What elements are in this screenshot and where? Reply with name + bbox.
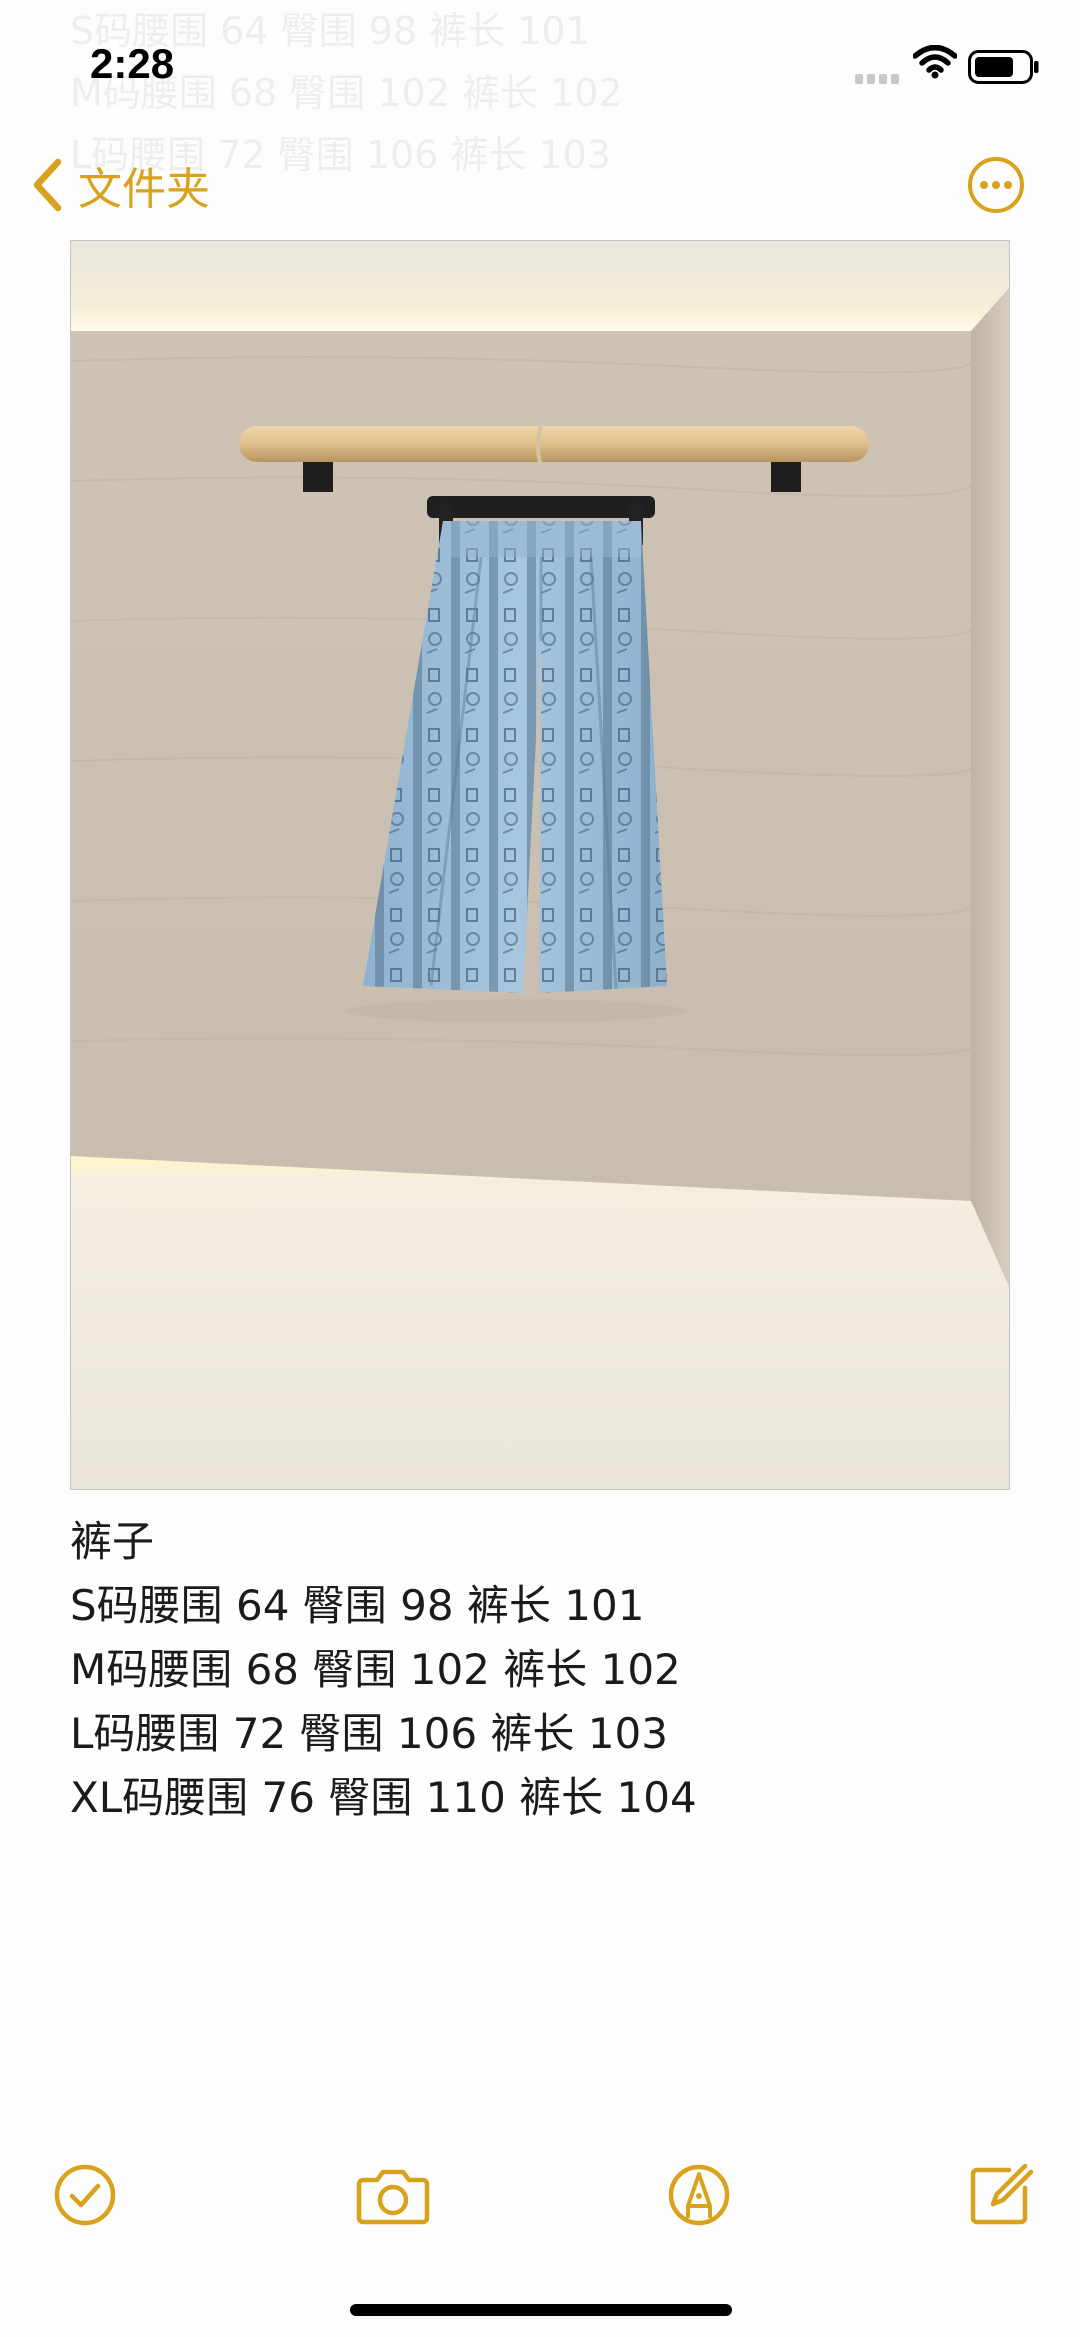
more-options-button[interactable]	[966, 155, 1026, 215]
back-button[interactable]: 文件夹	[30, 150, 210, 220]
markup-button[interactable]	[664, 2160, 734, 2230]
back-button-label: 文件夹	[78, 164, 210, 215]
checklist-button[interactable]	[50, 2160, 120, 2230]
chevron-left-icon	[33, 158, 62, 212]
note-photo[interactable]	[70, 240, 1010, 1490]
status-time: 2:28	[90, 40, 175, 87]
notes-screen: S码腰围 64 臀围 98 裤长 101 M码腰围 68 臀围 102 裤长 1…	[0, 0, 1080, 2337]
trousers-photo-image	[71, 241, 1009, 1489]
home-indicator[interactable]	[350, 2304, 732, 2316]
note-body[interactable]: 裤子 S码腰围 64 臀围 98 裤长 101 M码腰围 68 臀围 102 裤…	[70, 1510, 1010, 1830]
compose-button[interactable]	[965, 2160, 1035, 2230]
wifi-icon	[913, 45, 957, 79]
note-title: 裤子	[70, 1517, 155, 1566]
status-bar: 2:28	[0, 0, 1080, 130]
battery-icon	[968, 50, 1039, 84]
checkmark-circle-icon	[54, 2164, 116, 2226]
compose-icon	[970, 2163, 1034, 2225]
ellipsis-circle-icon	[968, 157, 1024, 213]
camera-button[interactable]	[353, 2160, 433, 2230]
note-line-size-s: S码腰围 64 臀围 98 裤长 101	[70, 1581, 645, 1630]
note-line-size-m: M码腰围 68 臀围 102 裤长 102	[70, 1645, 681, 1694]
camera-icon	[356, 2169, 430, 2225]
pen-tip-circle-icon	[668, 2164, 730, 2226]
cellular-signal-icon	[855, 74, 899, 84]
note-line-size-l: L码腰围 72 臀围 106 裤长 103	[70, 1709, 668, 1758]
note-line-size-xl: XL码腰围 76 臀围 110 裤长 104	[70, 1773, 697, 1822]
